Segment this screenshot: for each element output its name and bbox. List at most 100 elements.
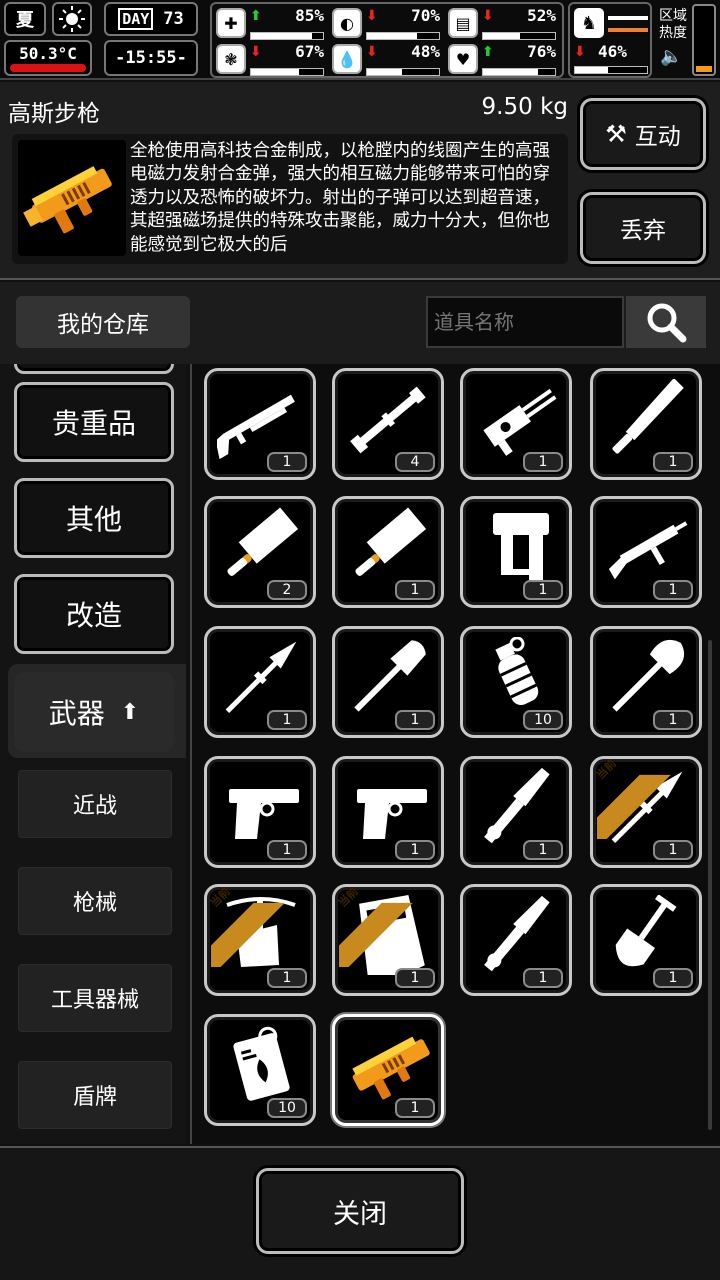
hammer-icon: ⚒ [605, 120, 627, 148]
category-modify[interactable]: 改造 [14, 574, 174, 654]
grid-scrollbar[interactable] [708, 640, 712, 1130]
category-other[interactable]: 其他 [14, 478, 174, 558]
interact-button[interactable]: ⚒ 互动 [580, 98, 706, 170]
item-count: 1 [267, 968, 307, 988]
gauss-rifle-icon [352, 1036, 430, 1100]
inventory-slot[interactable]: 4 [332, 368, 444, 480]
incendiary-pack-icon [233, 1026, 290, 1101]
season-label: 夏 [16, 10, 34, 31]
stat-value: 85% [295, 6, 324, 25]
inventory-slot[interactable]: 10 [460, 626, 572, 738]
inventory-slot[interactable]: 2 [204, 496, 316, 608]
stat-level-bar [367, 33, 418, 39]
temperature-readout: 50.3°C [4, 40, 92, 76]
subcategory-shields[interactable]: 盾牌 [18, 1061, 172, 1129]
inventory-slot[interactable]: 1 [460, 496, 572, 608]
stat-value: 52% [527, 6, 556, 25]
stat-sanity: ❃ ⬇ 67% [216, 42, 328, 76]
category-weapons[interactable]: 武器 ⬆ [14, 672, 174, 752]
day-value: 73 [163, 9, 184, 29]
inventory-slot[interactable]: 1 [332, 626, 444, 738]
smg-icon [608, 521, 688, 580]
inventory-slot[interactable]: 1 [204, 626, 316, 738]
subcategory-tools[interactable]: 工具器械 [18, 964, 172, 1032]
stat-health: ✚ ⬆ 85% [216, 6, 328, 40]
inventory-slot[interactable]: 1 [460, 368, 572, 480]
discard-button[interactable]: 丢弃 [580, 192, 706, 264]
item-count: 1 [523, 452, 563, 472]
item-count: 1 [653, 710, 693, 730]
inventory-slot[interactable]: 1 [332, 1014, 444, 1126]
close-button[interactable]: 关闭 [256, 1168, 464, 1254]
trend-up-icon: ⬆ [250, 8, 262, 24]
inventory-slot[interactable]: 1 当前 [204, 884, 316, 996]
equipped-badge: 当前 [593, 759, 671, 839]
stat-stamina: ♞ ⬇ 46% [568, 2, 652, 78]
category-sidebar[interactable]: 贵重品 其他 改造 武器 ⬆ 近战 枪械 工具器械 盾牌 [0, 364, 186, 1144]
category-label: 贵重品 [51, 407, 136, 440]
axe-icon [612, 640, 684, 712]
category-label: 改造 [65, 599, 122, 632]
inventory-slot[interactable]: 10 [204, 1014, 316, 1126]
bottle-icon: ▤ [448, 8, 478, 38]
wrench-knife-icon [484, 895, 550, 972]
subcategory-label: 工具器械 [50, 988, 139, 1013]
item-name: 高斯步枪 [8, 101, 100, 127]
subcategory-firearms[interactable]: 枪械 [18, 867, 172, 935]
heart-icon: ♥ [448, 44, 478, 74]
inventory-slot[interactable]: 1 当前 [590, 756, 702, 868]
category-button-hidden[interactable] [14, 364, 174, 374]
equipped-badge: 当前 [207, 887, 285, 967]
subcategory-melee[interactable]: 近战 [18, 770, 172, 838]
inventory-slot[interactable]: 1 [590, 368, 702, 480]
stomach-icon: ◐ [332, 8, 362, 38]
cleaver-icon [227, 507, 299, 576]
speaker-icon[interactable]: 🔈 [660, 46, 682, 67]
close-label: 关闭 [333, 1198, 387, 1230]
clock: -15:55- [104, 40, 198, 76]
thermometer-icon [10, 64, 86, 72]
stamina-line [608, 16, 648, 20]
subcategory-label: 盾牌 [72, 1085, 117, 1110]
inventory-slot[interactable]: 1 [590, 496, 702, 608]
category-label: 武器 [48, 697, 105, 730]
pistol-icon [357, 789, 427, 839]
item-count: 1 [523, 580, 563, 600]
inventory-slot[interactable]: 1 [332, 496, 444, 608]
inventory-slot[interactable]: 1 [460, 756, 572, 868]
shotgun-icon [217, 394, 295, 459]
subcategory-label: 近战 [72, 794, 117, 819]
sun-icon [52, 2, 92, 36]
inventory-slot[interactable]: 1 [204, 756, 316, 868]
inventory-slot[interactable]: 1 当前 [332, 884, 444, 996]
item-count: 4 [395, 452, 435, 472]
arrow-up-icon: ⬆ [120, 699, 140, 725]
search-input[interactable] [426, 296, 624, 348]
stat-level-bar [483, 69, 538, 75]
inventory-slot[interactable]: 1 [460, 884, 572, 996]
my-warehouse-button[interactable]: 我的仓库 [16, 296, 190, 348]
item-count: 1 [395, 1098, 435, 1118]
item-count: 1 [653, 968, 693, 988]
category-valuables[interactable]: 贵重品 [14, 382, 174, 462]
search-button[interactable] [626, 296, 706, 348]
pipe-icon [350, 386, 426, 454]
inventory-slot[interactable]: 1 [590, 884, 702, 996]
discard-label: 丢弃 [620, 218, 666, 244]
zone-heat-fill [696, 66, 712, 72]
inventory-slot[interactable]: 1 [590, 626, 702, 738]
inventory-slot[interactable]: 1 [204, 368, 316, 480]
trend-down-icon: ⬇ [366, 8, 378, 24]
item-count: 1 [395, 710, 435, 730]
item-count: 1 [267, 452, 307, 472]
inventory-slot[interactable]: 1 [332, 756, 444, 868]
search-icon [647, 303, 687, 343]
pistol-icon [229, 789, 299, 839]
item-count: 1 [653, 580, 693, 600]
stat-level-bar [575, 67, 609, 73]
item-count: 1 [395, 968, 435, 988]
spear-icon [225, 641, 297, 714]
nail-gun-icon [493, 513, 549, 581]
medkit-icon: ✚ [216, 8, 246, 38]
item-thumbnail [18, 140, 126, 256]
